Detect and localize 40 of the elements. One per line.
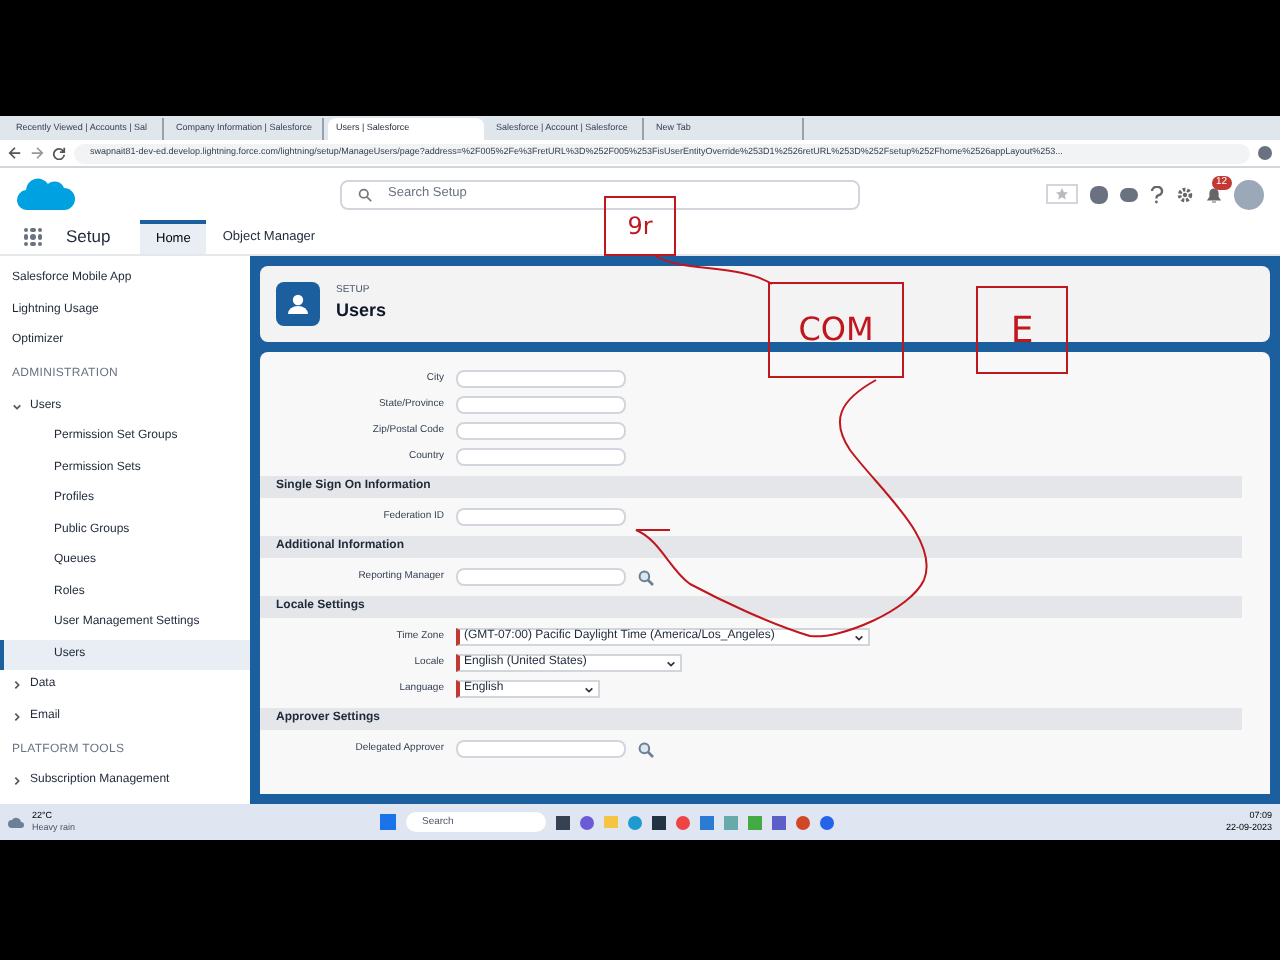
settings-icon[interactable] bbox=[1176, 185, 1194, 203]
input-field[interactable] bbox=[456, 448, 626, 466]
bell-icon[interactable] bbox=[1206, 185, 1222, 203]
handwritten-note: 9r bbox=[604, 196, 676, 256]
chevron-right-icon[interactable] bbox=[12, 776, 22, 787]
browser-icon[interactable] bbox=[628, 815, 642, 829]
back-icon[interactable] bbox=[8, 146, 22, 160]
chevron-down-icon bbox=[666, 659, 677, 667]
lookup-search-icon[interactable] bbox=[638, 569, 654, 585]
profile-icon[interactable] bbox=[1258, 146, 1272, 160]
input-field[interactable] bbox=[456, 508, 626, 526]
cloud-logo[interactable] bbox=[16, 174, 76, 214]
handwritten-note: COM bbox=[768, 282, 904, 378]
input-field[interactable] bbox=[456, 740, 626, 758]
pen-stroke bbox=[655, 255, 773, 285]
chevron-right-icon[interactable] bbox=[12, 680, 22, 691]
forward-icon[interactable] bbox=[30, 146, 44, 160]
search-icon bbox=[358, 187, 372, 201]
chevron-right-icon[interactable] bbox=[12, 711, 22, 722]
help-icon[interactable] bbox=[1150, 185, 1164, 203]
browser-icon[interactable] bbox=[676, 815, 690, 829]
lookup-search-icon[interactable] bbox=[638, 741, 654, 757]
input-field[interactable] bbox=[456, 396, 626, 414]
chevron-down-icon bbox=[854, 633, 865, 641]
page-title: Users bbox=[336, 298, 387, 324]
handwritten-note: E bbox=[976, 286, 1068, 374]
user-icon bbox=[276, 282, 320, 326]
input-field[interactable] bbox=[456, 370, 626, 388]
app-name: Setup bbox=[66, 224, 113, 250]
app-launcher-icon[interactable] bbox=[24, 228, 42, 246]
chevron-down-icon bbox=[583, 685, 594, 693]
input-field[interactable] bbox=[456, 422, 626, 440]
reload-icon[interactable] bbox=[52, 146, 66, 160]
star-icon bbox=[1056, 188, 1068, 200]
avatar[interactable] bbox=[1234, 179, 1264, 209]
app-icon[interactable] bbox=[652, 815, 666, 829]
chevron-down-icon[interactable] bbox=[12, 401, 22, 412]
start-icon[interactable] bbox=[380, 814, 396, 830]
weather-icon bbox=[8, 816, 24, 828]
input-field[interactable] bbox=[456, 568, 626, 586]
